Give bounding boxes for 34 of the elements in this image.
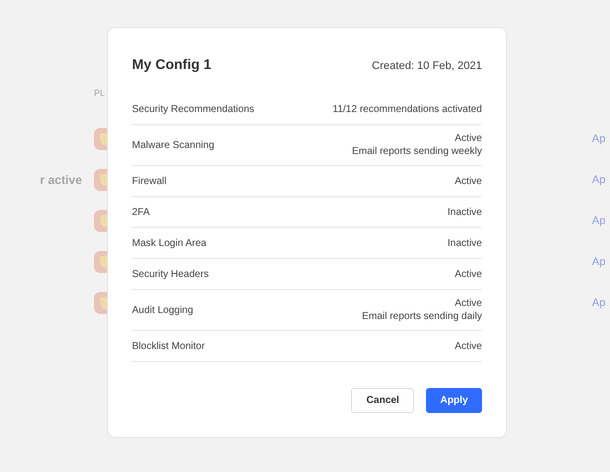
action-link[interactable]: Ap bbox=[592, 256, 606, 268]
setting-status: Active bbox=[454, 133, 482, 144]
setting-status: Inactive bbox=[448, 238, 482, 248]
setting-name: 2FA bbox=[132, 206, 150, 218]
setting-status: Email reports sending daily bbox=[362, 311, 482, 322]
setting-status: Active bbox=[454, 340, 482, 352]
setting-name: Audit Logging bbox=[132, 304, 194, 316]
shield-icon bbox=[94, 250, 107, 272]
shield-icon bbox=[94, 128, 107, 150]
setting-status: Active bbox=[454, 176, 482, 186]
status-text: r active bbox=[40, 172, 82, 186]
action-link[interactable]: Ap bbox=[592, 132, 606, 144]
shield-icon bbox=[94, 292, 107, 314]
apply-button[interactable]: Apply bbox=[426, 388, 482, 413]
action-link[interactable]: Ap bbox=[592, 214, 606, 226]
dialog-title: My Config 1 bbox=[132, 56, 212, 72]
action-link[interactable]: Ap bbox=[592, 174, 606, 186]
section-heading: PL bbox=[94, 88, 106, 98]
setting-status: Active bbox=[454, 268, 482, 280]
setting-name: Firewall bbox=[132, 176, 166, 186]
setting-name: Mask Login Area bbox=[132, 238, 206, 248]
cancel-button[interactable]: Cancel bbox=[351, 388, 414, 413]
shield-icon bbox=[94, 168, 107, 190]
setting-name: Security Headers bbox=[132, 268, 209, 280]
setting-status: Inactive bbox=[448, 206, 482, 218]
setting-status: Active bbox=[454, 298, 482, 309]
setting-name: Blocklist Monitor bbox=[132, 340, 205, 352]
setting-name: Security Recommendations bbox=[132, 104, 254, 114]
setting-name: Malware Scanning bbox=[132, 140, 214, 150]
setting-status: 11/12 recommendations activated bbox=[332, 104, 482, 114]
action-link[interactable]: Ap bbox=[592, 296, 606, 308]
setting-status: Email reports sending weekly bbox=[352, 146, 482, 157]
created-date: Created: 10 Feb, 2021 bbox=[372, 60, 482, 72]
shield-icon bbox=[94, 210, 107, 232]
